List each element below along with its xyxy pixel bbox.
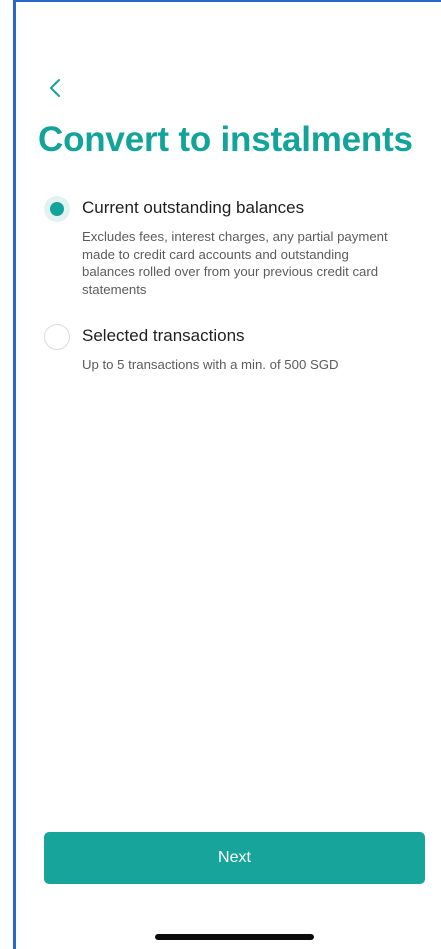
option-label: Selected transactions xyxy=(82,326,245,345)
radio-selected[interactable] xyxy=(44,196,70,222)
home-indicator xyxy=(155,934,314,940)
option-label: Current outstanding balances xyxy=(82,198,305,217)
option-description: Up to 5 transactions with a min. of 500 … xyxy=(82,357,339,372)
radio-unselected[interactable] xyxy=(44,324,70,350)
back-button[interactable] xyxy=(42,74,70,102)
page-title: Convert to instalments xyxy=(38,120,413,159)
chevron-left-icon xyxy=(50,79,60,97)
frame-top-border xyxy=(13,0,441,2)
option-description: Excludes fees, interest charges, any par… xyxy=(82,229,388,297)
next-button[interactable]: Next xyxy=(44,832,425,884)
